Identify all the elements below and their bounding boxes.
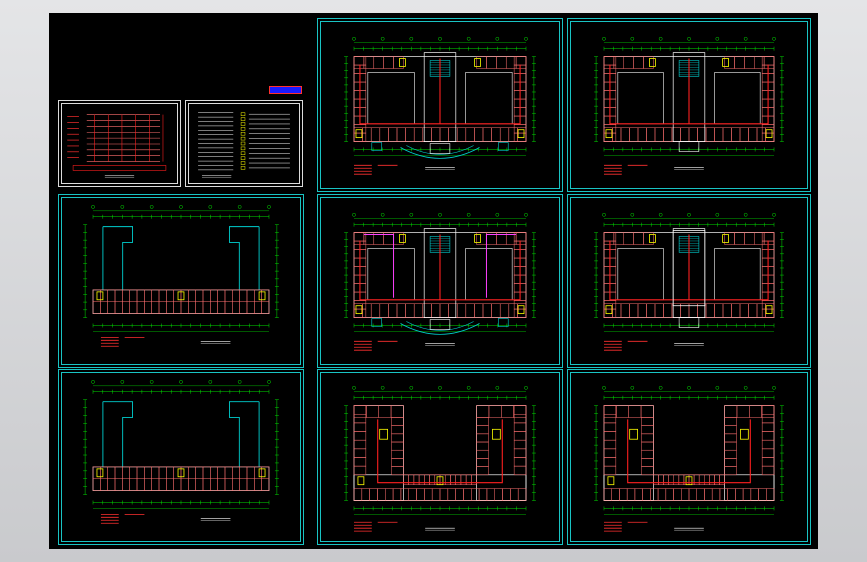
sheet-fourth-floor-plan[interactable] [317, 369, 563, 545]
sheet-third-floor-plan[interactable] [567, 194, 811, 368]
sheet-first-floor-plan[interactable] [317, 18, 563, 192]
cad-drawing-canvas[interactable] [49, 13, 818, 549]
sheet-fifth-floor-plan[interactable] [567, 369, 811, 545]
sheet-basement-floor-plan[interactable] [317, 194, 563, 368]
viewport-frame [0, 0, 867, 562]
basement-floor-plan-drawing [344, 212, 536, 351]
third-floor-plan-drawing [594, 212, 784, 351]
sheet-design-notes[interactable] [185, 100, 303, 187]
sheet-second-floor-plan[interactable] [567, 18, 811, 192]
ground-floor-outline-drawing [83, 205, 279, 347]
sheet-ground-floor-outline[interactable] [58, 194, 304, 368]
first-floor-plan-drawing [344, 36, 536, 175]
fifth-floor-plan-drawing [594, 385, 784, 532]
sheet-roof-outline[interactable] [58, 369, 304, 545]
roof-outline-drawing [83, 380, 279, 524]
second-floor-plan-drawing [594, 36, 784, 175]
fourth-floor-plan-drawing [344, 385, 536, 532]
title-stamp [269, 86, 302, 94]
design-notes-drawing [198, 112, 290, 178]
riser-diagram-drawing [67, 114, 167, 178]
sheet-riser-diagram[interactable] [58, 100, 181, 187]
